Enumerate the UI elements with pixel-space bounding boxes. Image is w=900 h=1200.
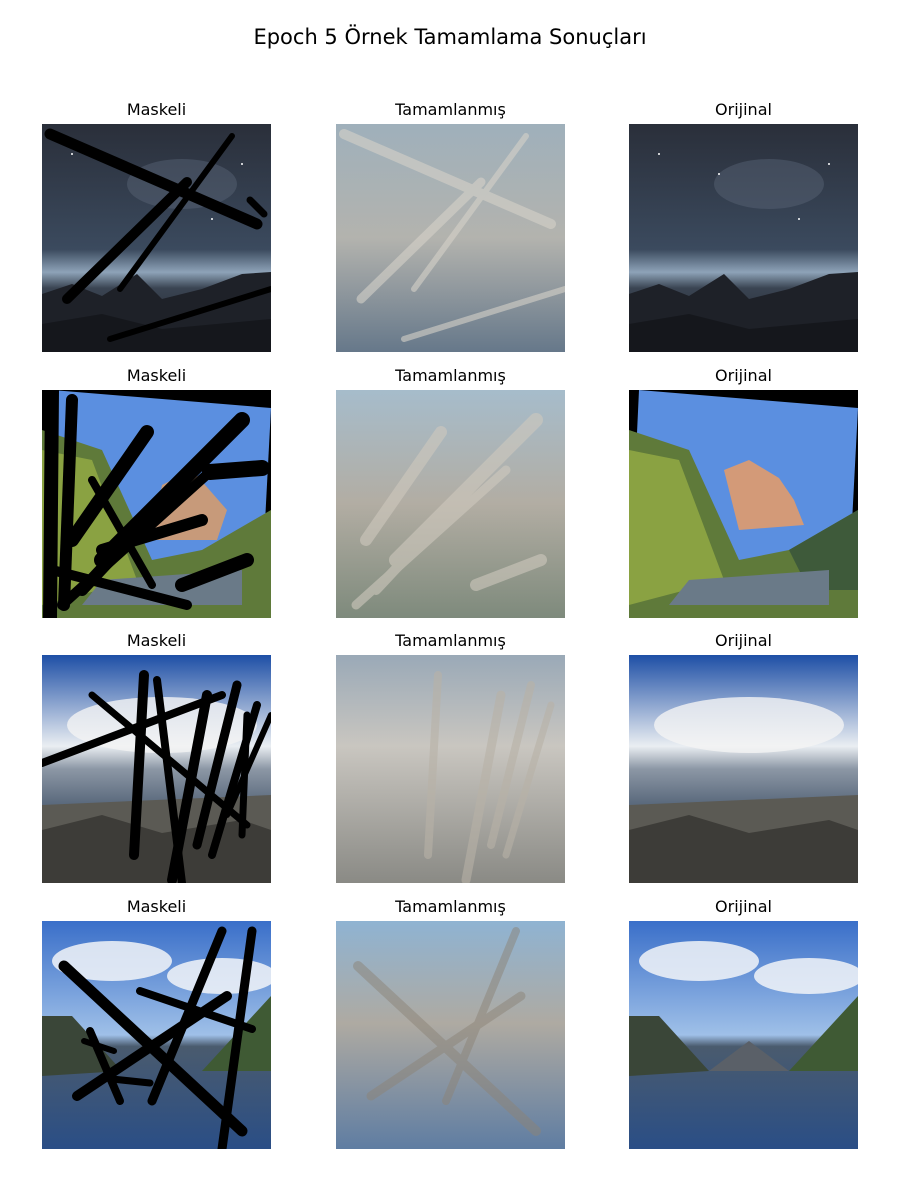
completed-image xyxy=(336,655,565,883)
image-grid: Maskeli Tamamlanmış Orijinal Maskeli Tam… xyxy=(0,0,900,1200)
panel-title: Maskeli xyxy=(126,366,187,385)
panel-title: Tamamlanmış xyxy=(395,631,506,650)
panel-title: Orijinal xyxy=(715,897,772,916)
original-image xyxy=(629,655,858,883)
panel-title: Maskeli xyxy=(126,100,187,119)
masked-image xyxy=(42,921,271,1149)
original-image xyxy=(629,390,858,618)
masked-image xyxy=(42,390,271,618)
panel-title: Orijinal xyxy=(715,631,772,650)
panel-title: Tamamlanmış xyxy=(395,100,506,119)
original-image xyxy=(629,124,858,352)
original-image xyxy=(629,921,858,1149)
masked-image xyxy=(42,124,271,352)
panel-title: Orijinal xyxy=(715,366,772,385)
panel-title: Maskeli xyxy=(126,897,187,916)
panel-title: Tamamlanmış xyxy=(395,366,506,385)
completed-image xyxy=(336,390,565,618)
panel-title: Tamamlanmış xyxy=(395,897,506,916)
panel-title: Orijinal xyxy=(715,100,772,119)
panel-title: Maskeli xyxy=(126,631,187,650)
masked-image xyxy=(42,655,271,883)
completed-image xyxy=(336,921,565,1149)
completed-image xyxy=(336,124,565,352)
